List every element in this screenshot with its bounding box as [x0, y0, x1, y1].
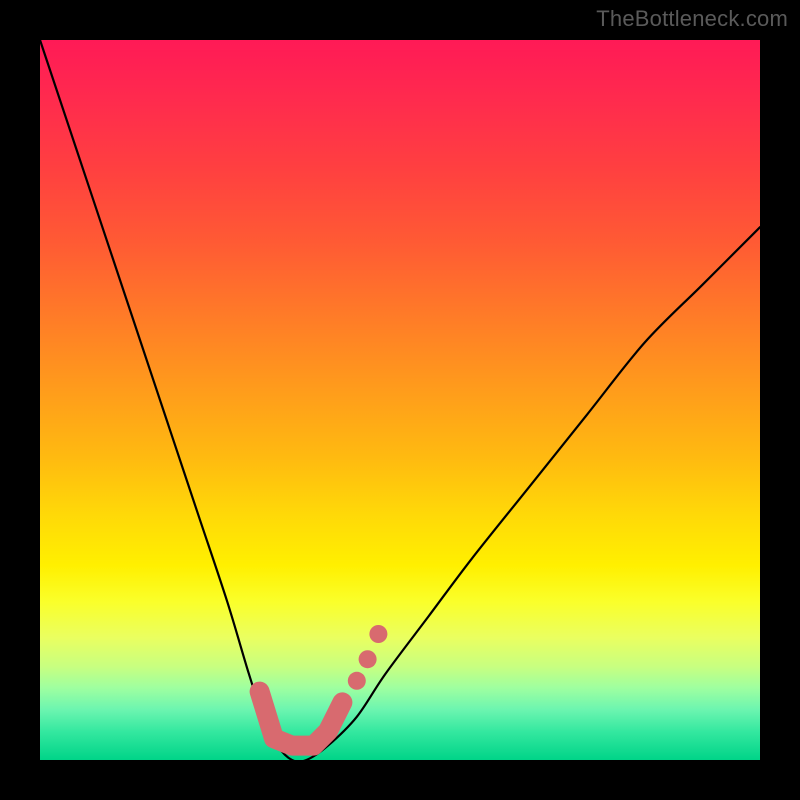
chart-svg: [40, 40, 760, 760]
plot-area: [40, 40, 760, 760]
optimal-range-stroke: [260, 692, 343, 746]
optimal-range-dot: [348, 672, 366, 690]
optimal-range-dot: [359, 650, 377, 668]
chart-canvas: TheBottleneck.com: [0, 0, 800, 800]
bottleneck-curve: [40, 40, 760, 762]
watermark-text: TheBottleneck.com: [596, 6, 788, 32]
optimal-range-dot: [369, 625, 387, 643]
